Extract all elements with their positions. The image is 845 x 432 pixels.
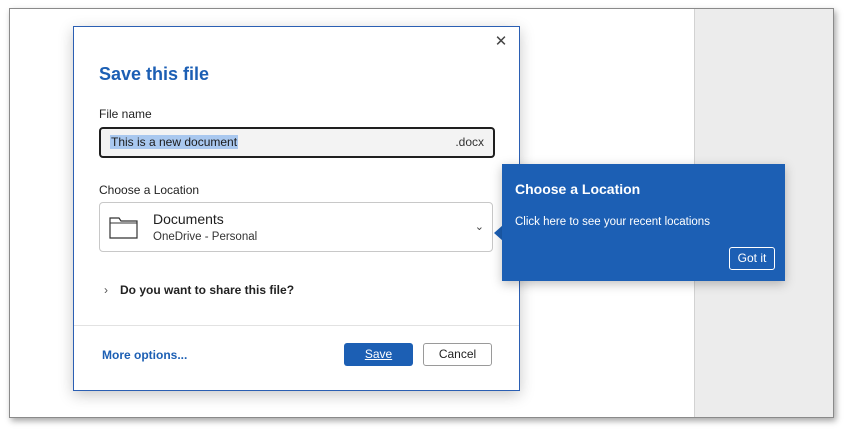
chevron-down-icon: ⌄ bbox=[474, 221, 484, 233]
footer-divider bbox=[74, 325, 519, 326]
callout-body: Click here to see your recent locations bbox=[515, 216, 710, 228]
save-button[interactable]: Save bbox=[344, 343, 413, 366]
share-label: Do you want to share this file? bbox=[120, 283, 295, 297]
save-dialog: ✕ Save this file File name This is a new… bbox=[73, 26, 520, 391]
dialog-title: Save this file bbox=[99, 64, 210, 84]
share-toggle[interactable]: › Do you want to share this file? bbox=[104, 283, 294, 297]
file-extension: .docx bbox=[455, 135, 484, 149]
chevron-right-icon: › bbox=[104, 283, 108, 297]
file-name-value: This is a new document bbox=[110, 135, 239, 149]
got-it-button[interactable]: Got it bbox=[729, 247, 775, 270]
more-options-link[interactable]: More options... bbox=[102, 348, 187, 362]
location-callout: Choose a Location Click here to see your… bbox=[502, 164, 785, 281]
file-name-label: File name bbox=[99, 107, 152, 121]
location-dropdown[interactable]: Documents OneDrive - Personal ⌄ bbox=[99, 202, 493, 252]
location-name: Documents bbox=[153, 211, 224, 227]
location-sub: OneDrive - Personal bbox=[153, 231, 258, 243]
folder-icon bbox=[109, 217, 138, 239]
close-icon[interactable]: ✕ bbox=[493, 34, 509, 50]
callout-title: Choose a Location bbox=[515, 181, 641, 197]
save-button-label: Save bbox=[364, 347, 393, 361]
cancel-button[interactable]: Cancel bbox=[423, 343, 492, 366]
file-name-input[interactable]: This is a new document .docx bbox=[99, 127, 495, 158]
location-label: Choose a Location bbox=[99, 183, 200, 197]
screenshot-canvas: ✕ Save this file File name This is a new… bbox=[9, 8, 834, 418]
